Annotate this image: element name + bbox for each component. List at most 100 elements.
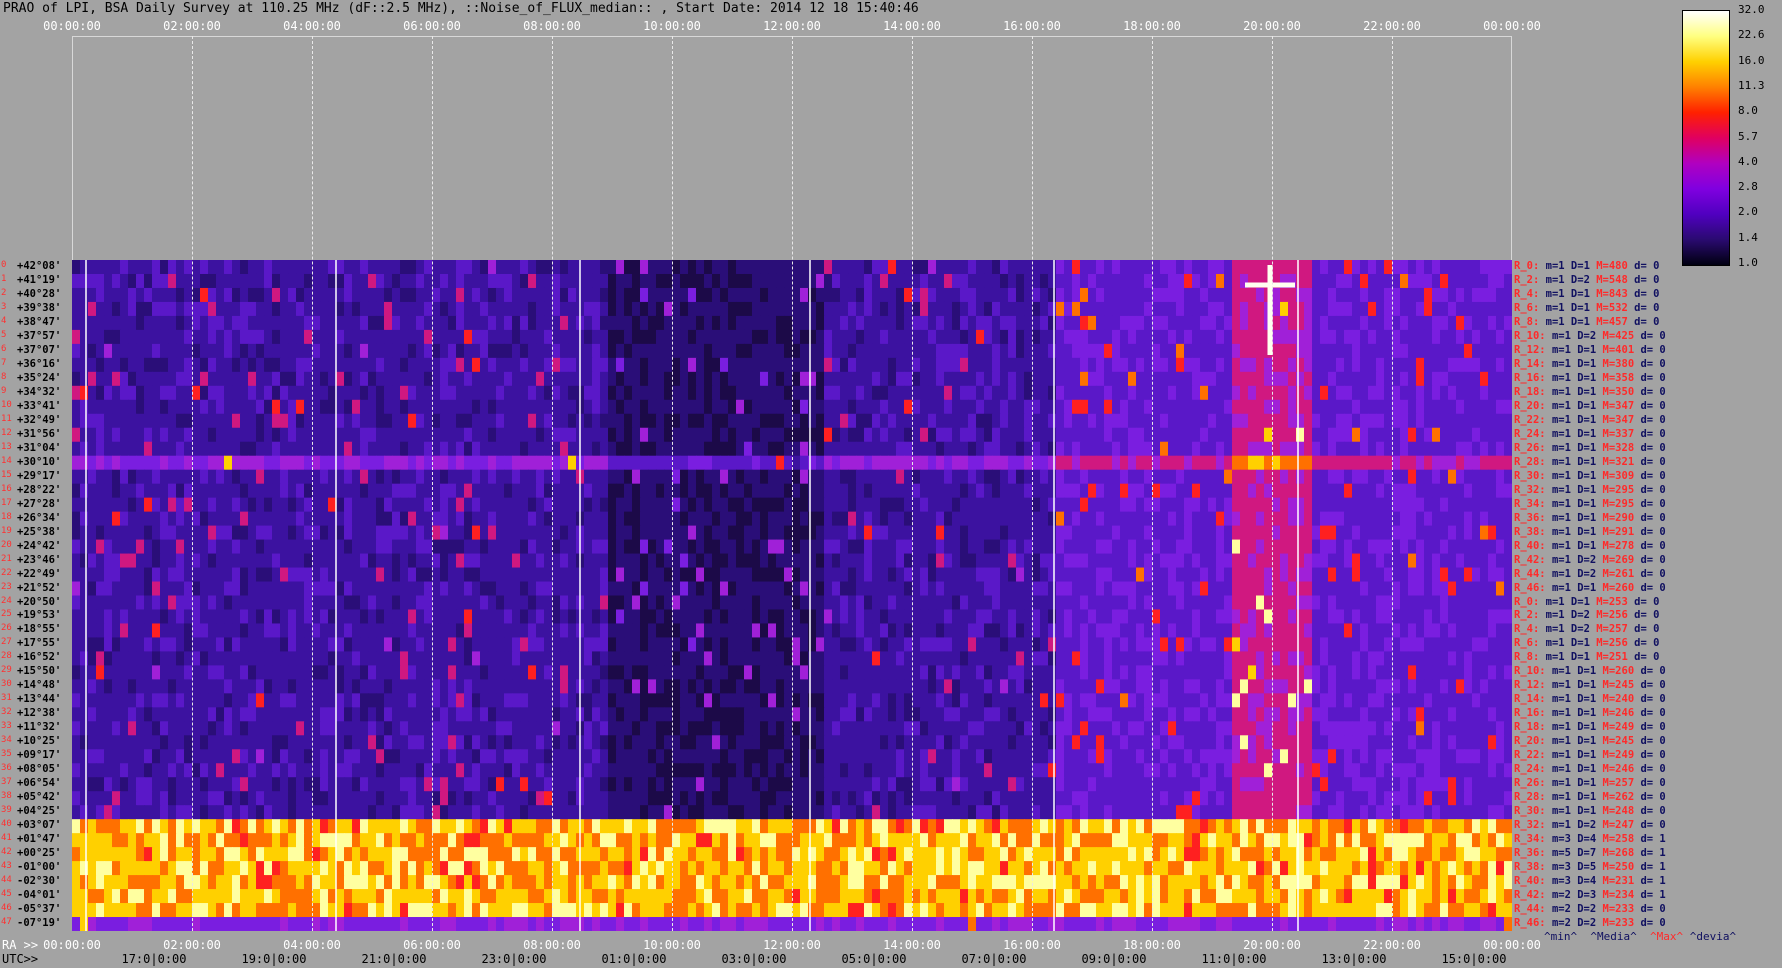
heatmap-cell bbox=[760, 469, 769, 485]
heatmap-cell bbox=[816, 413, 825, 429]
heatmap-cell bbox=[624, 427, 633, 443]
top-tick-label: 22:00:00 bbox=[1363, 19, 1421, 33]
heatmap-cell bbox=[872, 343, 881, 359]
heatmap-cell bbox=[1456, 567, 1465, 583]
heatmap-cell bbox=[672, 427, 681, 443]
heatmap-cell bbox=[712, 371, 721, 387]
heatmap-cell bbox=[1160, 357, 1169, 373]
heatmap-cell bbox=[752, 301, 761, 317]
heatmap-cell bbox=[1416, 441, 1425, 457]
heatmap-cell bbox=[888, 497, 897, 513]
heatmap-cell bbox=[1472, 511, 1481, 527]
heatmap-cell bbox=[536, 371, 545, 387]
heatmap-cell bbox=[464, 497, 473, 513]
heatmap-cell bbox=[536, 260, 545, 275]
heatmap-cell bbox=[80, 287, 89, 303]
heatmap-cell bbox=[976, 273, 985, 289]
heatmap-cell bbox=[624, 609, 633, 625]
heatmap-cell bbox=[416, 413, 425, 429]
heatmap-cell bbox=[672, 623, 681, 639]
heatmap-cell bbox=[1192, 343, 1201, 359]
heatmap-cell bbox=[768, 287, 777, 303]
heatmap-cell bbox=[464, 539, 473, 555]
heatmap-cell bbox=[1336, 511, 1345, 527]
heatmap-cell bbox=[288, 637, 297, 653]
heatmap-cell bbox=[1408, 343, 1417, 359]
heatmap-cell bbox=[1184, 595, 1193, 611]
heatmap-cell bbox=[800, 483, 809, 499]
heatmap-cell bbox=[744, 413, 753, 429]
heatmap-cell bbox=[1328, 260, 1337, 275]
heatmap-cell bbox=[120, 623, 129, 639]
heatmap-cell bbox=[1160, 260, 1169, 275]
heatmap-cell bbox=[224, 609, 233, 625]
heatmap-cell bbox=[152, 483, 161, 499]
heatmap-cell bbox=[1040, 357, 1049, 373]
heatmap-cell bbox=[648, 623, 657, 639]
heatmap-cell bbox=[448, 287, 457, 303]
heatmap-cell bbox=[80, 273, 89, 289]
heatmap-cell bbox=[1184, 469, 1193, 485]
heatmap-cell bbox=[864, 371, 873, 387]
heatmap-cell bbox=[1112, 553, 1121, 569]
heatmap-cell bbox=[920, 511, 929, 527]
heatmap-cell bbox=[1424, 427, 1433, 443]
heatmap-cell bbox=[264, 287, 273, 303]
heatmap-cell bbox=[88, 539, 97, 555]
heatmap-cell bbox=[1488, 595, 1497, 611]
heatmap-cell bbox=[832, 511, 841, 527]
heatmap-cell bbox=[928, 329, 937, 345]
heatmap-cell bbox=[264, 413, 273, 429]
heatmap-cell bbox=[496, 343, 505, 359]
heatmap-cell bbox=[1400, 357, 1409, 373]
heatmap-cell bbox=[880, 497, 889, 513]
heatmap-cell bbox=[1448, 441, 1457, 457]
heatmap-cell bbox=[248, 581, 257, 597]
heatmap-cell bbox=[136, 567, 145, 583]
heatmap-cell bbox=[944, 511, 953, 527]
heatmap-cell bbox=[928, 273, 937, 289]
heatmap-cell bbox=[216, 413, 225, 429]
heatmap-cell bbox=[1232, 371, 1241, 387]
heatmap-cell bbox=[768, 441, 777, 457]
heatmap-cell bbox=[696, 609, 705, 625]
heatmap-cell bbox=[416, 455, 425, 471]
heatmap-cell bbox=[1472, 399, 1481, 415]
heatmap-cell bbox=[1104, 469, 1113, 485]
heatmap-cell bbox=[1400, 623, 1409, 639]
heatmap-cell bbox=[1440, 343, 1449, 359]
heatmap-cell bbox=[768, 581, 777, 597]
heatmap-cell bbox=[1480, 483, 1489, 499]
heatmap-cell bbox=[1168, 385, 1177, 401]
heatmap-cell bbox=[1376, 287, 1385, 303]
heatmap-cell bbox=[640, 581, 649, 597]
heatmap-cell bbox=[1408, 287, 1417, 303]
heatmap-cell bbox=[984, 427, 993, 443]
heatmap-cell bbox=[1040, 609, 1049, 625]
heatmap-cell bbox=[864, 343, 873, 359]
heatmap-cell bbox=[1168, 413, 1177, 429]
heatmap-cell bbox=[832, 385, 841, 401]
heatmap-cell bbox=[456, 357, 465, 373]
heatmap-cell bbox=[1208, 455, 1217, 471]
heatmap-cell bbox=[1256, 623, 1265, 639]
heatmap-cell bbox=[1048, 301, 1057, 317]
heatmap-cell bbox=[456, 343, 465, 359]
heatmap-cell bbox=[1072, 567, 1081, 583]
heatmap-cell bbox=[344, 357, 353, 373]
heatmap-cell bbox=[984, 315, 993, 331]
heatmap-cell bbox=[136, 357, 145, 373]
heatmap-cell bbox=[176, 525, 185, 541]
heatmap-cell bbox=[1112, 315, 1121, 331]
heatmap-cell bbox=[1288, 539, 1297, 555]
heatmap-cell bbox=[1408, 413, 1417, 429]
heatmap-cell bbox=[760, 399, 769, 415]
heatmap-cell bbox=[864, 469, 873, 485]
heatmap-cell bbox=[272, 273, 281, 289]
heatmap-cell bbox=[400, 399, 409, 415]
heatmap-cell bbox=[816, 623, 825, 639]
heatmap-cell bbox=[1392, 553, 1401, 569]
heatmap-cell bbox=[128, 595, 137, 611]
heatmap-cell bbox=[392, 581, 401, 597]
heatmap-cell bbox=[592, 525, 601, 541]
